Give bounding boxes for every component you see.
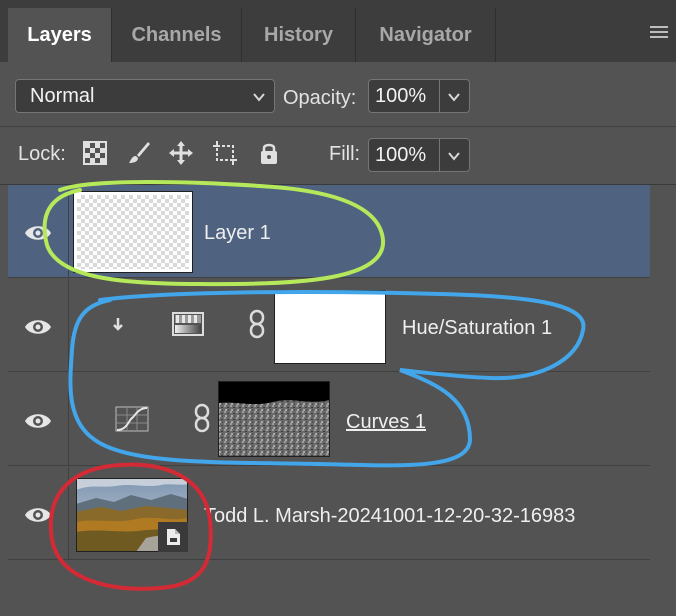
layer-row-curves-1[interactable]: Curves 1 xyxy=(8,373,650,466)
mask-link-icon[interactable] xyxy=(193,403,211,433)
hue-saturation-adjustment-icon xyxy=(172,312,204,336)
layer-name[interactable]: Hue/Saturation 1 xyxy=(402,317,552,340)
layer-mask-thumbnail[interactable] xyxy=(218,381,330,457)
layer-name[interactable]: Todd L. Marsh-20241001-12-20-32-16983 xyxy=(204,505,575,528)
layer-row-hue-saturation-1[interactable]: Hue/Saturation 1 xyxy=(8,279,650,372)
panel-left-gutter xyxy=(0,185,8,616)
fill-field[interactable]: 100% xyxy=(368,138,440,172)
lock-transparent-pixels-icon[interactable] xyxy=(82,140,108,166)
smart-object-badge-icon xyxy=(158,522,188,552)
fill-label: Fill: xyxy=(329,143,361,165)
clipping-mask-arrow-icon xyxy=(113,318,123,331)
tab-history[interactable]: History xyxy=(242,8,356,62)
panel-tab-bar: Layers Channels History Navigator xyxy=(0,0,676,62)
lock-label: Lock: xyxy=(18,143,66,165)
lock-all-icon[interactable] xyxy=(256,140,282,166)
eye-visibility-icon[interactable] xyxy=(24,505,52,525)
layer-row-layer-1[interactable]: Layer 1 xyxy=(8,185,650,278)
lock-artboard-icon[interactable] xyxy=(212,140,238,166)
layer-row-todd-l-marsh-photo[interactable]: Todd L. Marsh-20241001-12-20-32-16983 xyxy=(8,467,650,560)
layer-mask-thumbnail[interactable] xyxy=(274,290,386,364)
eye-visibility-icon[interactable] xyxy=(24,223,52,243)
curves-adjustment-icon xyxy=(115,406,149,432)
blend-mode-value: Normal xyxy=(30,84,95,107)
tab-channels[interactable]: Channels xyxy=(112,8,242,62)
row-divider xyxy=(68,185,69,277)
blend-row: Normal Opacity: 100% xyxy=(0,62,676,127)
layers-list: Layer 1 Hue/Saturation 1 Curves 1 Todd L… xyxy=(8,185,650,616)
row-divider xyxy=(68,467,69,559)
layer-name[interactable]: Curves 1 xyxy=(346,411,426,434)
opacity-dropdown-button[interactable] xyxy=(440,79,470,113)
chevron-down-icon xyxy=(253,93,265,102)
opacity-label: Opacity: xyxy=(283,87,357,109)
tab-navigator[interactable]: Navigator xyxy=(356,8,496,62)
fill-dropdown-button[interactable] xyxy=(440,138,470,172)
opacity-field[interactable]: 100% xyxy=(368,79,440,113)
chevron-down-icon xyxy=(448,152,460,161)
blend-mode-select[interactable]: Normal xyxy=(15,79,275,113)
eye-visibility-icon[interactable] xyxy=(24,411,52,431)
lock-row: Lock: Fill: 100% xyxy=(0,126,676,185)
lock-position-icon[interactable] xyxy=(168,140,194,166)
row-divider xyxy=(68,373,69,465)
row-divider xyxy=(68,279,69,371)
tab-layers[interactable]: Layers xyxy=(8,8,112,62)
chevron-down-icon xyxy=(448,93,460,102)
mask-link-icon[interactable] xyxy=(248,309,266,339)
scrollbar-track[interactable] xyxy=(650,185,676,616)
lock-image-pixels-icon[interactable] xyxy=(126,140,152,166)
layer-name[interactable]: Layer 1 xyxy=(204,222,271,245)
eye-visibility-icon[interactable] xyxy=(24,317,52,337)
hamburger-menu-icon[interactable] xyxy=(650,26,668,38)
layer-thumbnail[interactable] xyxy=(73,191,193,273)
